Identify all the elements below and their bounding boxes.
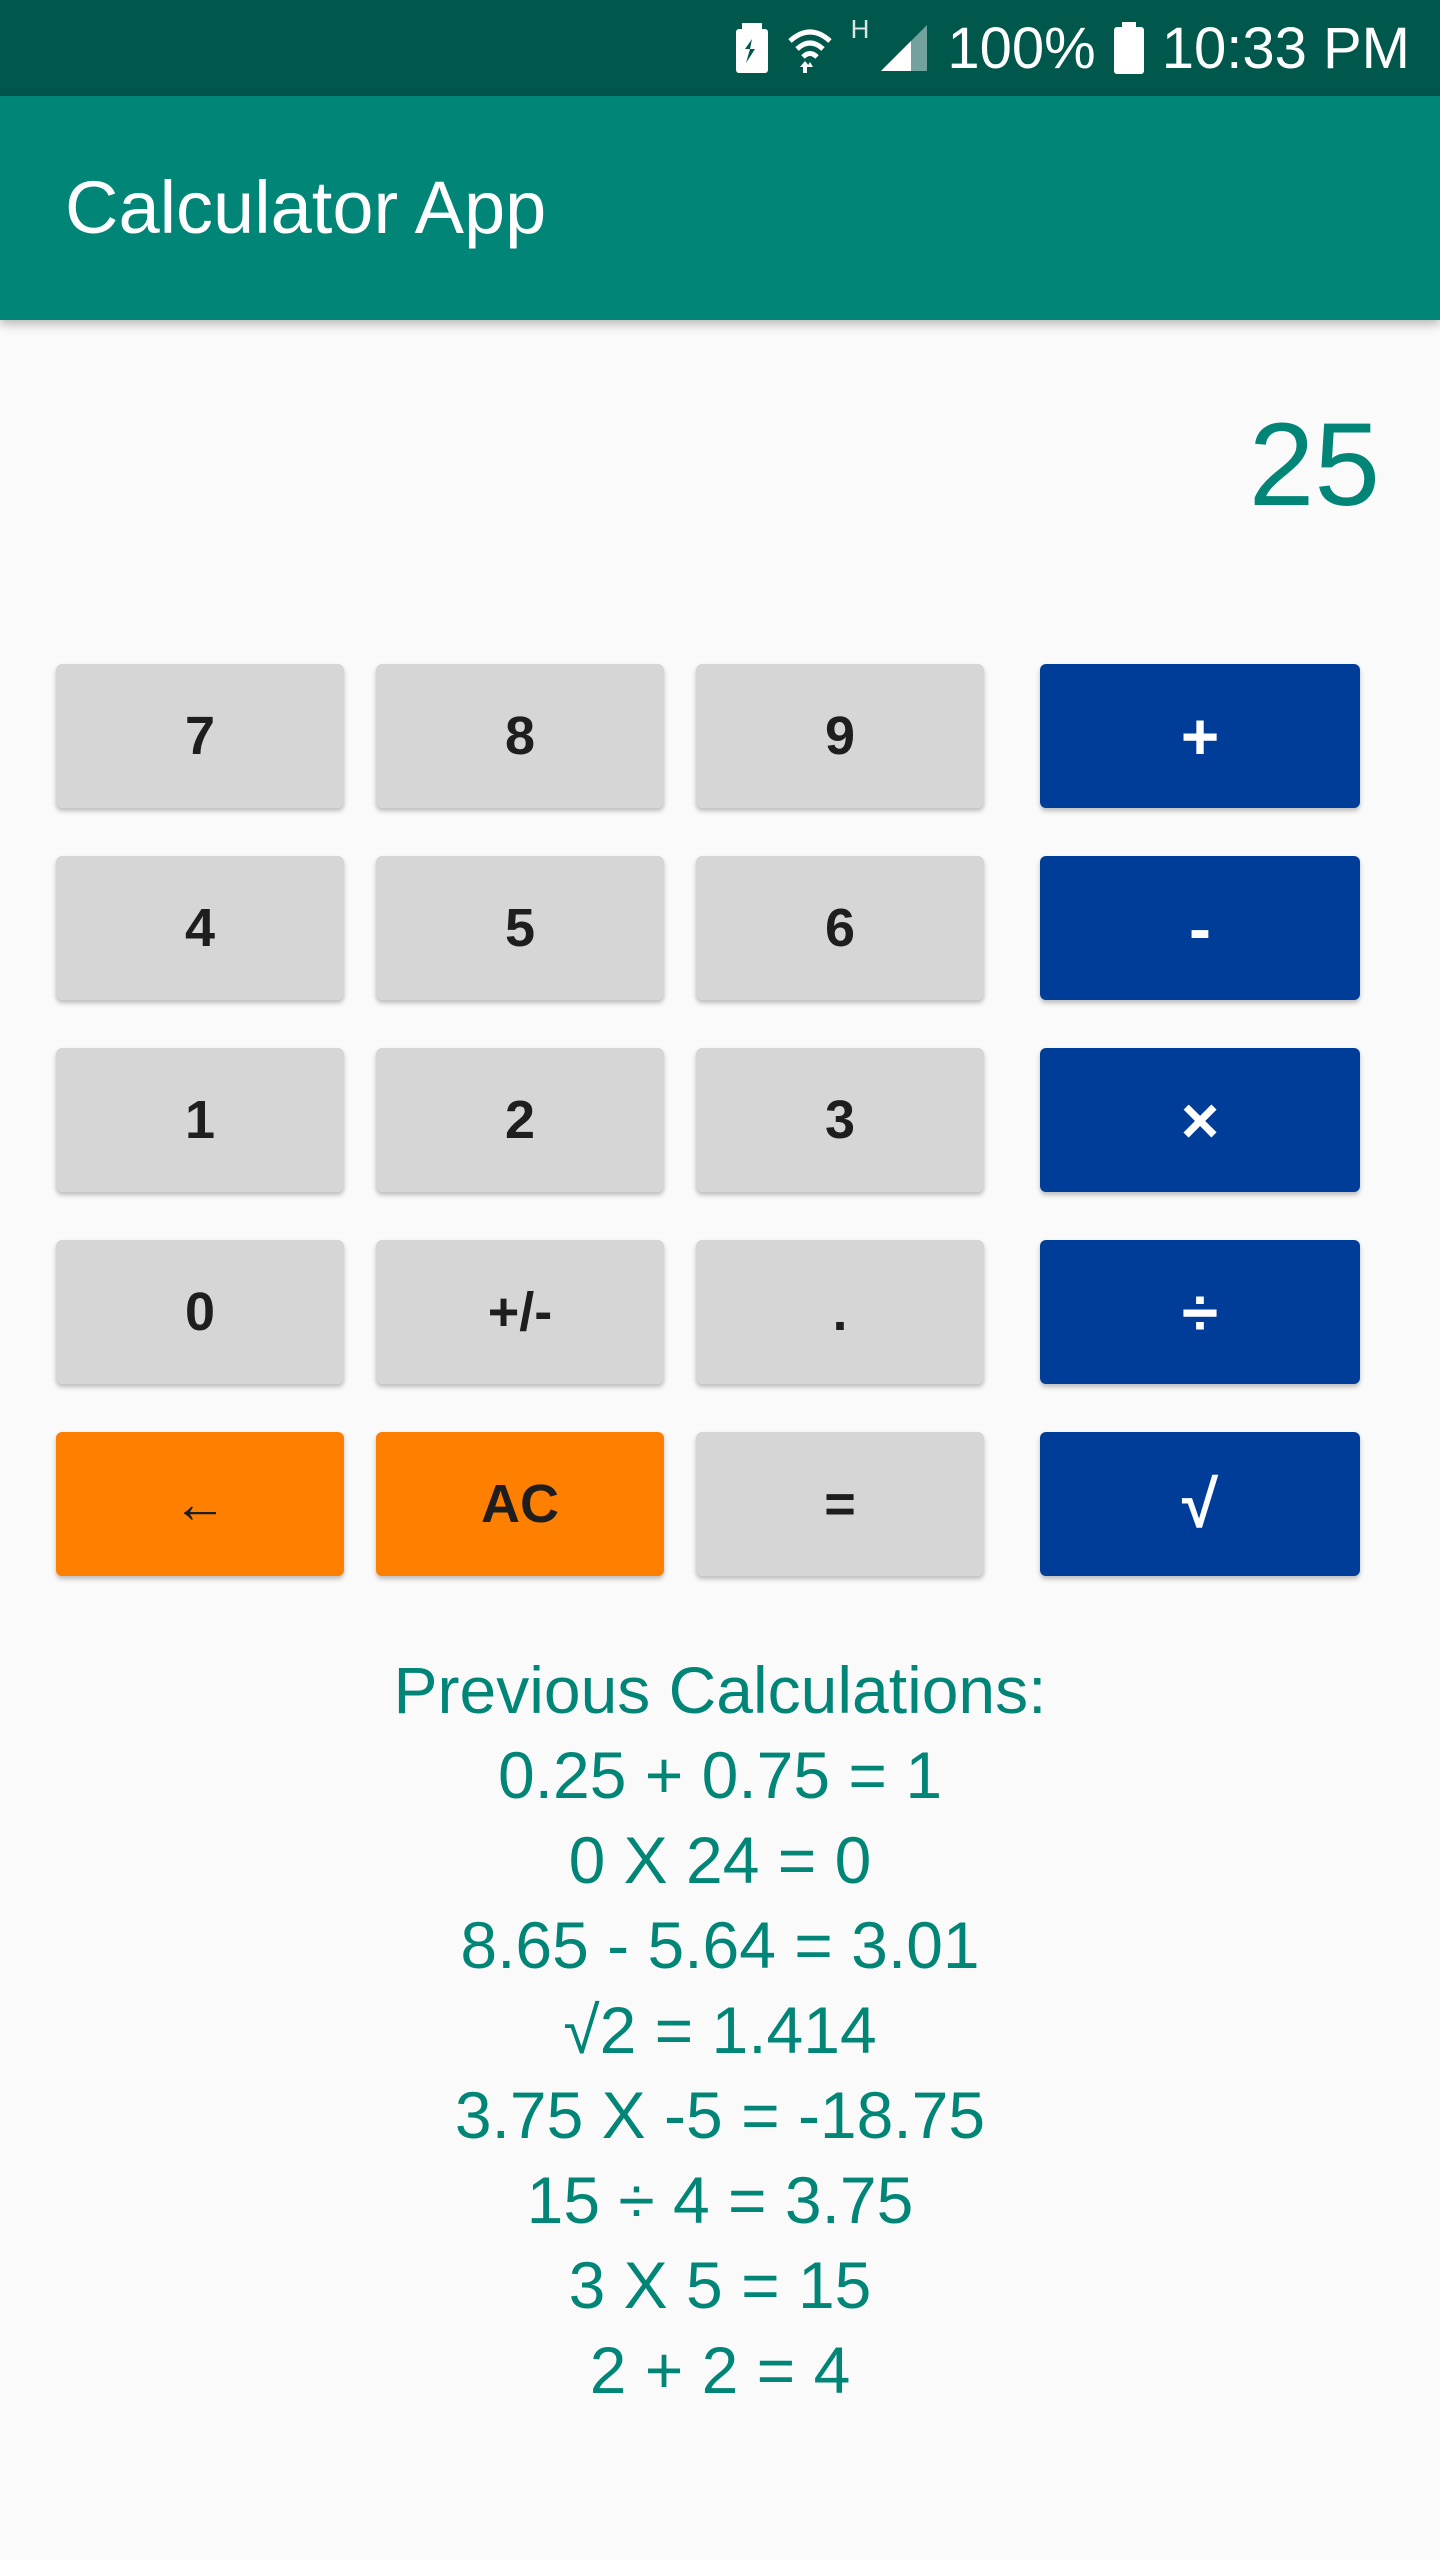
digit-2-button[interactable]: 2 <box>376 1048 664 1192</box>
sign-toggle-button[interactable]: +/- <box>376 1240 664 1384</box>
digit-1-button[interactable]: 1 <box>56 1048 344 1192</box>
network-type-label: H <box>850 13 870 44</box>
history-item: 3 X 5 = 15 <box>568 2248 872 2322</box>
digit-6-button[interactable]: 6 <box>696 856 984 1000</box>
battery-icon <box>1113 22 1144 74</box>
history-item: 3.75 X -5 = -18.75 <box>454 2078 986 2152</box>
signal-icon <box>879 23 929 73</box>
digit-3-button[interactable]: 3 <box>696 1048 984 1192</box>
backspace-button[interactable]: ← <box>56 1432 344 1576</box>
multiply-button[interactable]: × <box>1040 1048 1360 1192</box>
clear-all-button[interactable]: AC <box>376 1432 664 1576</box>
calculation-history: Previous Calculations: 0.25 + 0.75 = 1 0… <box>0 1648 1440 2413</box>
digit-4-button[interactable]: 4 <box>56 856 344 1000</box>
history-item: 0 X 24 = 0 <box>568 1823 872 1897</box>
digit-5-button[interactable]: 5 <box>376 856 664 1000</box>
digit-9-button[interactable]: 9 <box>696 664 984 808</box>
history-item: 2 + 2 = 4 <box>589 2333 851 2407</box>
square-root-button[interactable]: √ <box>1040 1432 1360 1576</box>
subtract-button[interactable]: - <box>1040 856 1360 1000</box>
history-item: 8.65 - 5.64 = 3.01 <box>460 1908 980 1982</box>
equals-button[interactable]: = <box>696 1432 984 1576</box>
battery-saver-icon <box>735 23 769 73</box>
app-title: Calculator App <box>65 166 547 249</box>
divide-button[interactable]: ÷ <box>1040 1240 1360 1384</box>
status-bar: H 100% 10:33 PM <box>0 0 1440 96</box>
decimal-point-button[interactable]: . <box>696 1240 984 1384</box>
digit-7-button[interactable]: 7 <box>56 664 344 808</box>
battery-percent: 100% <box>947 15 1096 81</box>
history-heading: Previous Calculations: <box>393 1653 1047 1727</box>
clock: 10:33 PM <box>1161 15 1410 81</box>
status-icons: H 100% 10:33 PM <box>735 0 1410 96</box>
history-item: √2 = 1.414 <box>563 1993 877 2067</box>
digit-8-button[interactable]: 8 <box>376 664 664 808</box>
wifi-icon <box>787 23 833 73</box>
digit-0-button[interactable]: 0 <box>56 1240 344 1384</box>
history-item: 0.25 + 0.75 = 1 <box>497 1738 943 1812</box>
history-item: 15 ÷ 4 = 3.75 <box>526 2163 914 2237</box>
app-bar: Calculator App <box>0 96 1440 320</box>
result-display: 25 <box>1248 399 1380 531</box>
add-button[interactable]: + <box>1040 664 1360 808</box>
